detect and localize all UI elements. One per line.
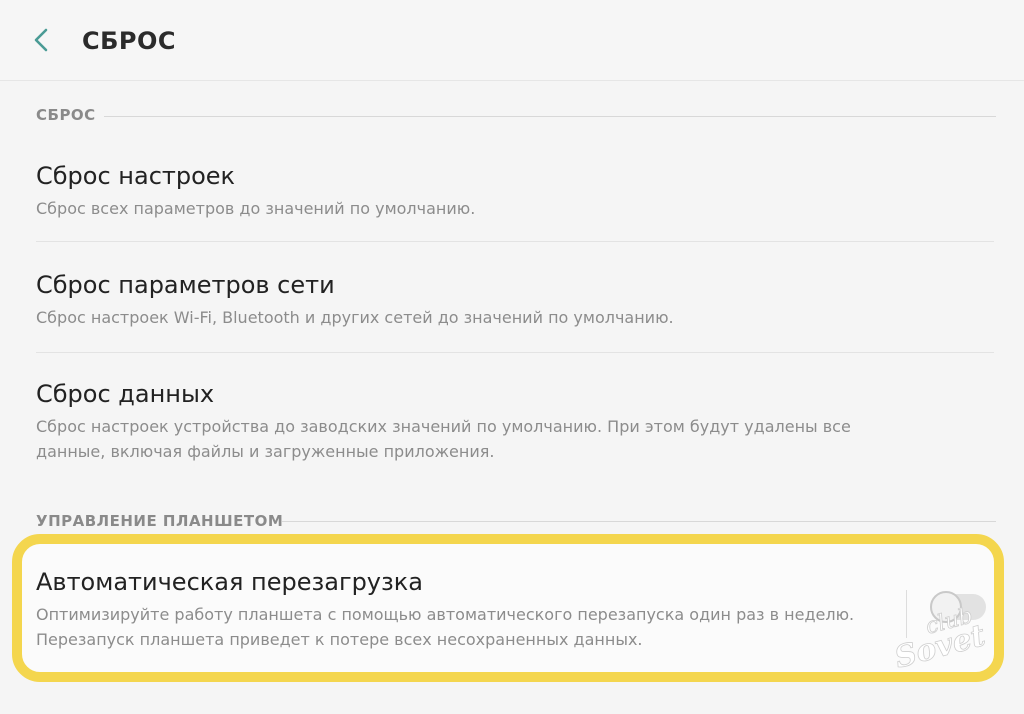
item-subtitle: Сброс настроек устройства до заводских з… (36, 417, 851, 461)
item-subtitle: Сброс всех параметров до значений по умо… (36, 199, 476, 218)
item-divider (36, 241, 994, 242)
list-item-auto-restart[interactable]: Автоматическая перезагрузка Оптимизируйт… (36, 566, 894, 652)
toggle-knob (930, 591, 962, 623)
item-subtitle: Оптимизируйте работу планшета с помощью … (36, 605, 855, 649)
auto-restart-toggle[interactable] (930, 591, 986, 623)
chevron-left-icon (34, 28, 48, 52)
item-title: Сброс настроек (36, 162, 236, 190)
page-title: СБРОС (82, 27, 177, 55)
item-title: Автоматическая перезагрузка (36, 568, 423, 596)
back-button[interactable] (24, 22, 60, 58)
list-item-reset-network[interactable]: Сброс параметров сети Сброс настроек Wi-… (36, 269, 994, 330)
item-title: Сброс параметров сети (36, 271, 335, 299)
item-divider (36, 352, 994, 353)
section-divider (104, 116, 996, 117)
section-header-reset: СБРОС (36, 106, 96, 124)
list-item-reset-settings[interactable]: Сброс настроек Сброс всех параметров до … (36, 160, 994, 221)
item-title: Сброс данных (36, 380, 215, 408)
top-app-bar: СБРОС (0, 0, 1024, 81)
list-item-factory-reset[interactable]: Сброс данных Сброс настроек устройства д… (36, 378, 874, 464)
item-subtitle: Сброс настроек Wi-Fi, Bluetooth и других… (36, 308, 674, 327)
section-divider (282, 521, 996, 522)
section-header-tablet-management: УПРАВЛЕНИЕ ПЛАНШЕТОМ (36, 512, 284, 530)
toggle-separator (906, 590, 907, 638)
